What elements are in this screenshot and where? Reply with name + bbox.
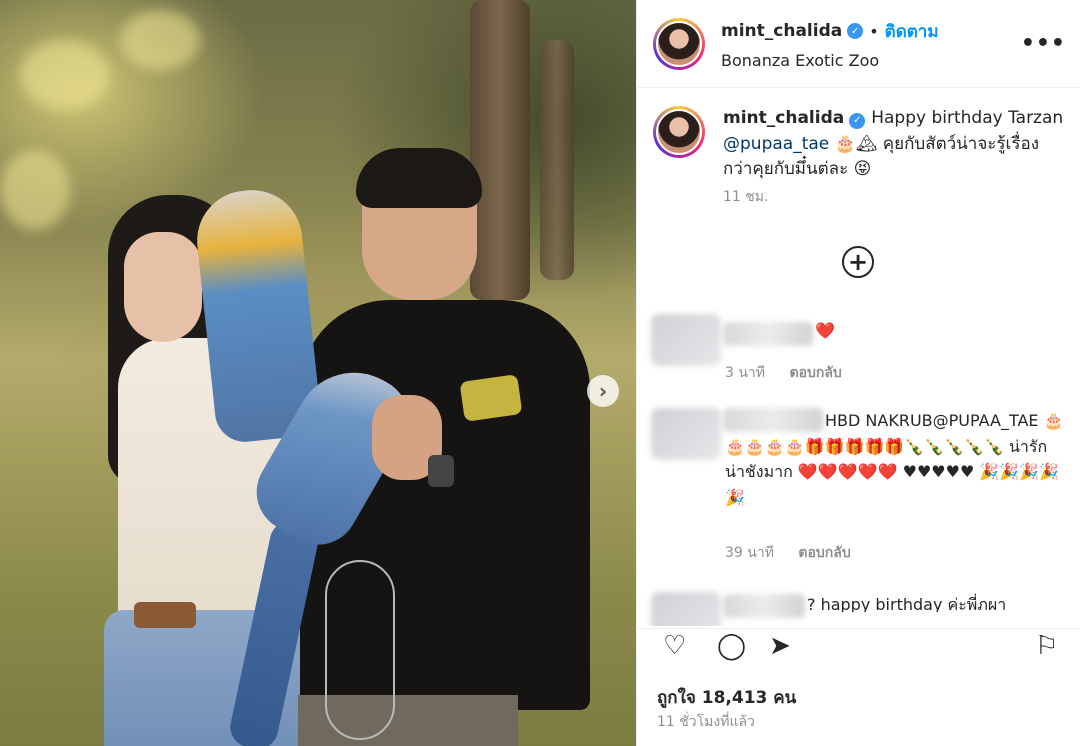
comment-meta-row: 3 นาที ตอบกลับ: [725, 362, 1065, 384]
header-text: mint_chalida ✓ • ติดตาม Bonanza Exotic Z…: [721, 18, 1021, 70]
avatar-image: [656, 109, 702, 155]
foliage-bokeh: [120, 10, 200, 70]
commenter-avatar[interactable]: [651, 408, 721, 460]
load-more-comments-icon[interactable]: +: [842, 246, 874, 278]
comment-text: HBD NAKRUB@PUPAA_TAE 🎂🎂🎂🎂🎂🎁🎁🎁🎁🎁🍾🍾🍾🍾🍾 น่า…: [725, 408, 1065, 510]
posted-time[interactable]: 11 ชั่วโมงที่แล้ว: [657, 711, 755, 733]
woman-belt: [134, 602, 196, 628]
verified-badge-icon: ✓: [847, 23, 864, 39]
like-count[interactable]: ถูกใจ 18,413 คน: [657, 684, 796, 711]
comment-icon[interactable]: ◯: [717, 633, 746, 659]
caption-avatar[interactable]: [653, 106, 705, 158]
comment-text: ❤️: [815, 318, 1065, 344]
comment-meta-row: 39 นาที ตอบกลับ: [725, 542, 1065, 564]
header-row: mint_chalida ✓ • ติดตาม: [721, 18, 1021, 45]
reply-button[interactable]: ตอบกลับ: [798, 545, 850, 561]
comment-time[interactable]: 3 นาที: [725, 365, 765, 381]
commenter-avatar[interactable]: [651, 592, 721, 626]
tshirt-print: [459, 374, 523, 422]
comment-time[interactable]: 39 นาที: [725, 545, 774, 561]
post-location[interactable]: Bonanza Exotic Zoo: [721, 51, 1021, 70]
tree-trunk: [540, 40, 574, 280]
woman-face: [124, 232, 202, 342]
follow-button[interactable]: ติดตาม: [885, 18, 939, 45]
man-hair: [356, 148, 482, 208]
caption-body-1: Happy birthday Tarzan: [871, 108, 1064, 128]
commenter-name-blurred: [723, 322, 813, 346]
wristwatch: [428, 455, 454, 487]
post-photo: ›: [0, 0, 636, 746]
instagram-post-view: › mint_chalida ✓ • ติดตาม Bonanza Exotic…: [0, 0, 1080, 746]
foliage-bokeh: [0, 150, 70, 230]
caption-mention[interactable]: @pupaa_tae: [723, 134, 829, 154]
bookmark-icon[interactable]: ⚐: [1035, 633, 1058, 659]
comments-list: ❤️ 3 นาที ตอบกลับ HBD NAKRUB@PUPAA_TAE 🎂…: [637, 296, 1080, 626]
foliage-bokeh: [20, 40, 110, 110]
share-icon[interactable]: ➤: [769, 633, 791, 659]
post-side-panel: mint_chalida ✓ • ติดตาม Bonanza Exotic Z…: [636, 0, 1080, 746]
caption-line: mint_chalida ✓ Happy birthday Tarzan @pupa…: [723, 106, 1064, 183]
next-photo-button[interactable]: ›: [587, 375, 619, 407]
comment-text-3: ? happy birthday ค่ะพี่ภผา: [807, 595, 1007, 612]
chevron-right-icon: ›: [598, 379, 608, 403]
tree-trunk: [470, 0, 530, 300]
commenter-name-blurred: [723, 594, 805, 618]
caption-time[interactable]: 11 ชม.: [723, 187, 1064, 208]
author-avatar[interactable]: [653, 17, 705, 70]
comment-text: ? happy birthday ค่ะพี่ภผา: [807, 592, 1065, 612]
comment-text-1: ❤️: [815, 321, 835, 340]
author-username[interactable]: mint_chalida: [721, 21, 842, 41]
comment-meta: 3 นาที ตอบกลับ: [725, 354, 1065, 384]
comment-text-2: HBD NAKRUB@PUPAA_TAE 🎂🎂🎂🎂🎂🎁🎁🎁🎁🎁🍾🍾🍾🍾🍾 น่า…: [725, 411, 1064, 507]
caption-text: mint_chalida ✓ Happy birthday Tarzan @pupa…: [723, 106, 1064, 208]
like-icon[interactable]: ♡: [663, 633, 686, 659]
comment-meta: 39 นาที ตอบกลับ: [725, 534, 1065, 564]
caption-username[interactable]: mint_chalida: [723, 108, 844, 128]
commenter-avatar[interactable]: [651, 314, 721, 366]
parrot-leash: [325, 560, 395, 740]
post-caption: mint_chalida ✓ Happy birthday Tarzan @pupa…: [637, 88, 1080, 208]
action-bar: ♡ ◯ ➤ ⚐: [637, 628, 1080, 668]
verified-badge-icon: ✓: [849, 112, 866, 129]
separator-dot: •: [869, 21, 879, 41]
reply-button[interactable]: ตอบกลับ: [789, 365, 841, 381]
avatar-image: [656, 20, 702, 67]
post-header: mint_chalida ✓ • ติดตาม Bonanza Exotic Z…: [637, 0, 1080, 88]
more-options-icon[interactable]: •••: [1021, 31, 1066, 56]
